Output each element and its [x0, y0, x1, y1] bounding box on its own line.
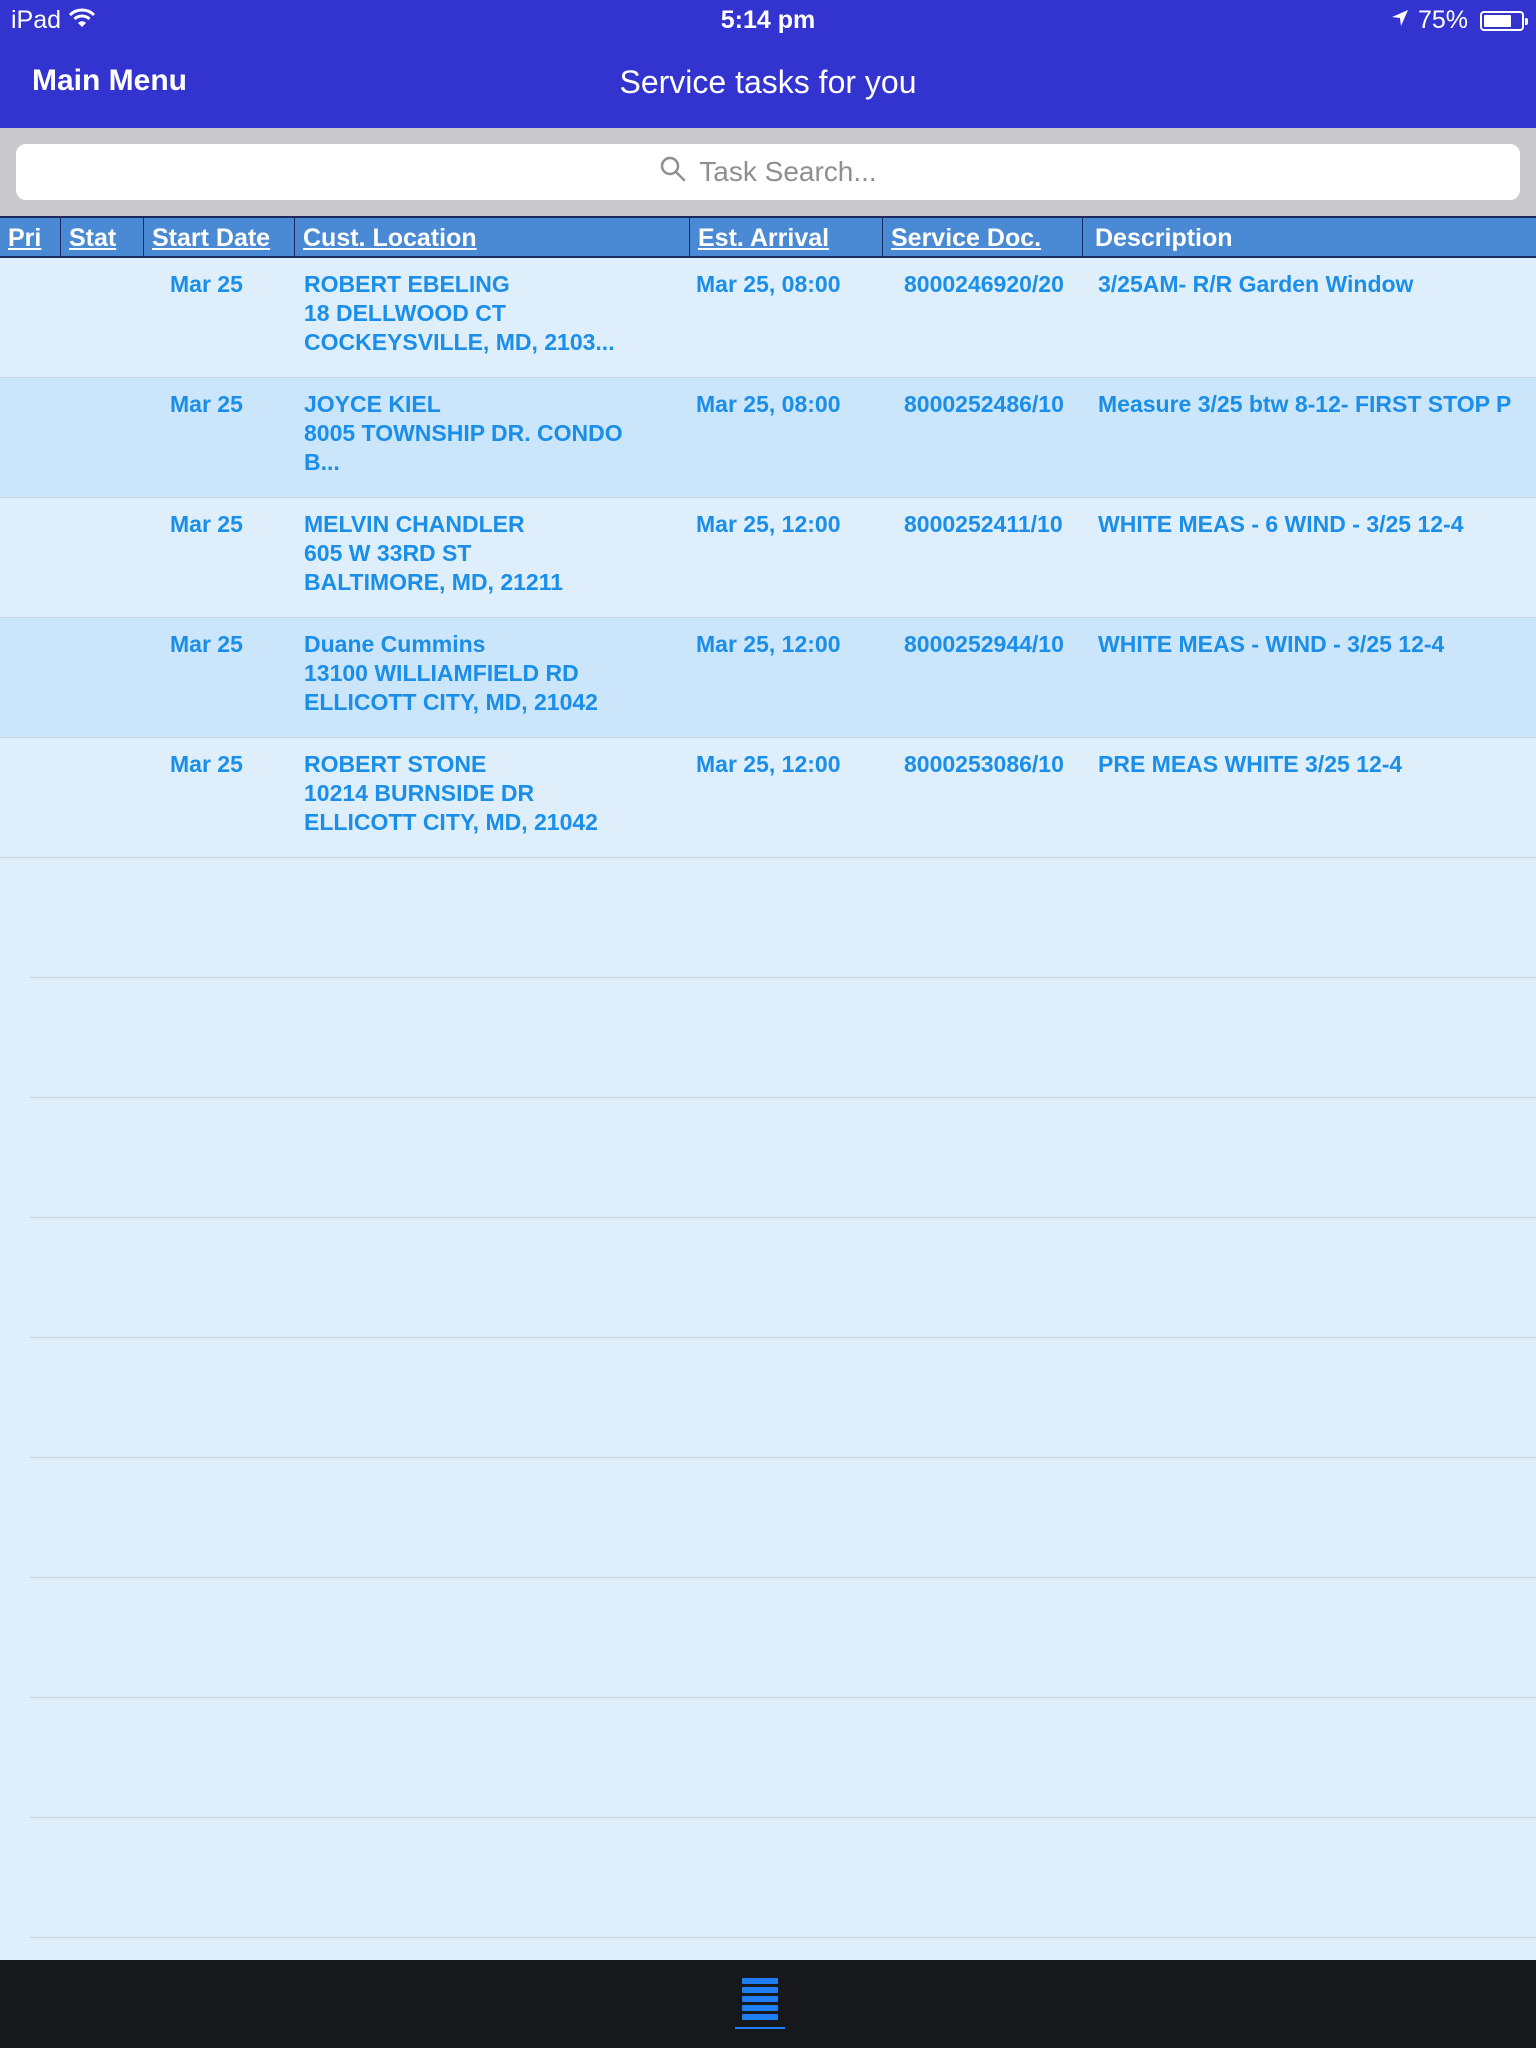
customer-address-line1: 10214 BURNSIDE DR — [304, 780, 535, 806]
empty-row — [30, 978, 1536, 1098]
start-date-cell: Mar 25 — [170, 511, 243, 537]
column-header-service-doc[interactable]: Service Doc. — [883, 218, 1083, 258]
customer-address-line1: 605 W 33RD ST — [304, 540, 472, 566]
empty-row — [30, 1578, 1536, 1698]
service-doc-cell: 8000253086/10 — [904, 751, 1064, 777]
customer-address-line2: BALTIMORE, MD, 21211 — [304, 569, 564, 595]
column-header-stat-label: Stat — [69, 224, 117, 252]
column-header-arrival[interactable]: Est. Arrival — [690, 218, 883, 258]
start-date-cell: Mar 25 — [170, 271, 243, 297]
customer-address-line1: 18 DELLWOOD CT — [304, 300, 506, 326]
description-cell: WHITE MEAS - WIND - 3/25 12-4 — [1098, 631, 1445, 657]
column-header-location[interactable]: Cust. Location — [295, 218, 690, 258]
location-cell: Duane Cummins 13100 WILLIAMFIELD RD ELLI… — [304, 630, 598, 717]
empty-row — [30, 1818, 1536, 1938]
status-bar: iPad 5:14 pm 75% — [0, 0, 1536, 42]
battery-tip — [1525, 17, 1528, 25]
customer-address-line2: COCKEYSVILLE, MD, 2103... — [304, 329, 615, 355]
column-header-service-doc-label: Service Doc. — [891, 224, 1042, 252]
service-doc-cell: 8000252486/10 — [904, 391, 1064, 417]
customer-address-line1: 8005 TOWNSHIP DR. CONDO — [304, 420, 623, 446]
column-header-description[interactable]: Description — [1083, 218, 1536, 258]
empty-row — [30, 858, 1536, 978]
customer-name: ROBERT STONE — [304, 751, 487, 777]
column-header-pri[interactable]: Pri — [0, 218, 61, 258]
description-cell: Measure 3/25 btw 8-12- FIRST STOP P — [1098, 391, 1512, 417]
column-header-pri-label: Pri — [8, 224, 42, 252]
arrival-cell: Mar 25, 08:00 — [696, 391, 841, 417]
customer-name: JOYCE KIEL — [304, 391, 441, 417]
empty-row — [30, 1218, 1536, 1338]
service-doc-cell: 8000252944/10 — [904, 631, 1064, 657]
empty-row — [30, 1458, 1536, 1578]
start-date-cell: Mar 25 — [170, 391, 243, 417]
description-cell: 3/25AM- R/R Garden Window — [1098, 271, 1414, 297]
start-date-cell: Mar 25 — [170, 751, 243, 777]
column-header-stat[interactable]: Stat — [61, 218, 144, 258]
service-doc-cell: 8000246920/20 — [904, 271, 1064, 297]
battery-icon — [1480, 10, 1528, 31]
start-date-cell: Mar 25 — [170, 631, 243, 657]
column-header-start-date-label: Start Date — [152, 224, 271, 252]
empty-row — [30, 1698, 1536, 1818]
search-icon — [659, 155, 687, 190]
customer-address-line2: ELLICOTT CITY, MD, 21042 — [304, 689, 598, 715]
description-cell: WHITE MEAS - 6 WIND - 3/25 12-4 — [1098, 511, 1464, 537]
battery-percent: 75% — [1417, 6, 1468, 34]
column-header-description-label: Description — [1095, 224, 1233, 252]
customer-address-line1: 13100 WILLIAMFIELD RD — [304, 660, 579, 686]
battery-fill — [1484, 14, 1511, 27]
customer-name: ROBERT EBELING — [304, 271, 510, 297]
tab-bar — [0, 1960, 1536, 2048]
arrival-cell: Mar 25, 08:00 — [696, 271, 841, 297]
task-list: Mar 25 ROBERT EBELING 18 DELLWOOD CT COC… — [0, 258, 1536, 2048]
location-cell: ROBERT STONE 10214 BURNSIDE DR ELLICOTT … — [304, 750, 598, 837]
arrival-cell: Mar 25, 12:00 — [696, 511, 841, 537]
location-arrow-icon — [1390, 6, 1410, 35]
customer-name: Duane Cummins — [304, 631, 486, 657]
search-placeholder: Task Search... — [699, 156, 877, 187]
table-header: Pri Stat Start Date Cust. Location Est. … — [0, 216, 1536, 258]
status-right: 75% — [1390, 6, 1528, 35]
service-doc-cell: 8000252411/10 — [904, 511, 1063, 537]
navigation-bar: iPad 5:14 pm 75% Main Menu Service tasks… — [0, 0, 1536, 128]
arrival-cell: Mar 25, 12:00 — [696, 631, 841, 657]
table-row[interactable]: Mar 25 ROBERT EBELING 18 DELLWOOD CT COC… — [0, 258, 1536, 378]
table-row[interactable]: Mar 25 MELVIN CHANDLER 605 W 33RD ST BAL… — [0, 498, 1536, 618]
list-icon[interactable] — [733, 1974, 787, 2034]
customer-address-line2: ELLICOTT CITY, MD, 21042 — [304, 809, 598, 835]
location-cell: JOYCE KIEL 8005 TOWNSHIP DR. CONDO B... — [304, 390, 623, 477]
arrival-cell: Mar 25, 12:00 — [696, 751, 841, 777]
location-cell: MELVIN CHANDLER 605 W 33RD ST BALTIMORE,… — [304, 510, 563, 597]
customer-name: MELVIN CHANDLER — [304, 511, 525, 537]
status-time: 5:14 pm — [720, 6, 816, 34]
customer-address-line2: B... — [304, 449, 340, 475]
location-cell: ROBERT EBELING 18 DELLWOOD CT COCKEYSVIL… — [304, 270, 615, 357]
column-header-start-date[interactable]: Start Date — [144, 218, 295, 258]
column-header-arrival-label: Est. Arrival — [698, 224, 830, 252]
search-input[interactable]: Task Search... — [16, 144, 1520, 200]
description-cell: PRE MEAS WHITE 3/25 12-4 — [1098, 751, 1403, 777]
empty-row — [30, 1338, 1536, 1458]
column-header-location-label: Cust. Location — [303, 224, 477, 252]
search-bar: Task Search... — [0, 128, 1536, 216]
table-row[interactable]: Mar 25 Duane Cummins 13100 WILLIAMFIELD … — [0, 618, 1536, 738]
table-row[interactable]: Mar 25 ROBERT STONE 10214 BURNSIDE DR EL… — [0, 738, 1536, 858]
empty-row — [30, 1098, 1536, 1218]
table-row[interactable]: Mar 25 JOYCE KIEL 8005 TOWNSHIP DR. COND… — [0, 378, 1536, 498]
page-title: Service tasks for you — [619, 64, 917, 100]
